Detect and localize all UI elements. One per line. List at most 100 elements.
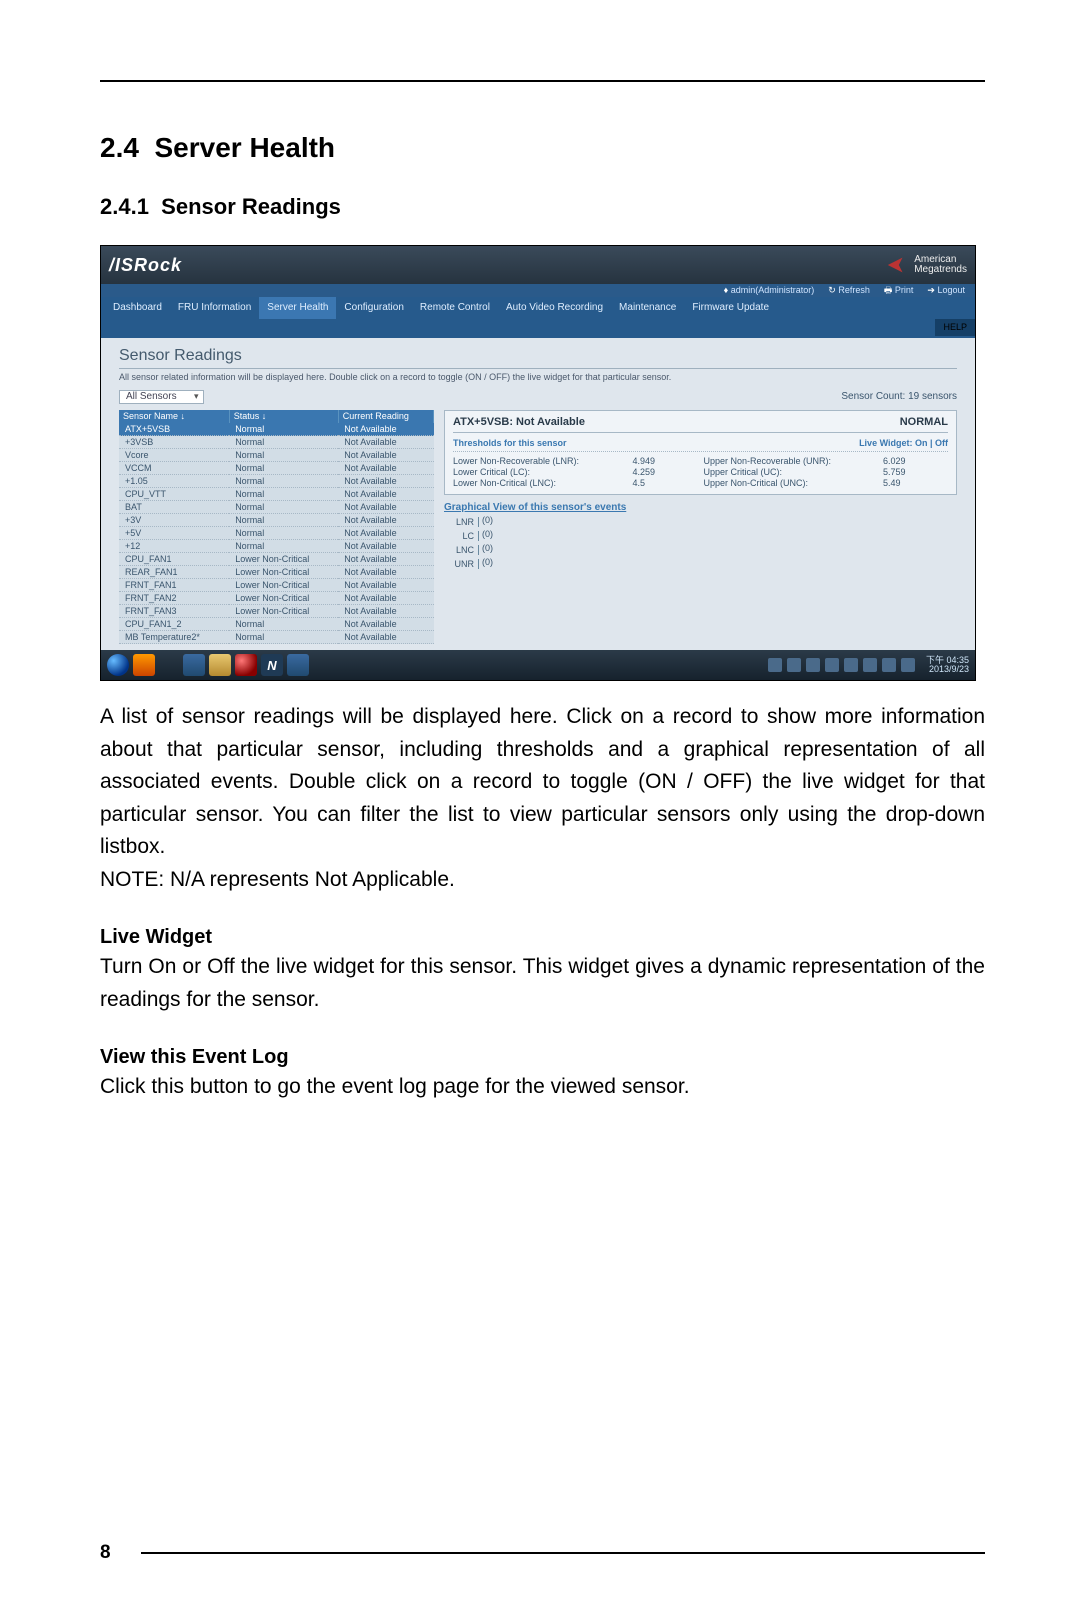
threshold-cell: 6.029 [883, 457, 948, 466]
table-row[interactable]: +5VNormalNot Available [119, 527, 434, 540]
taskbar-clock[interactable]: 下午 04:35 2013/9/23 [926, 656, 969, 674]
table-row[interactable]: FRNT_FAN1Lower Non-CriticalNot Available [119, 579, 434, 592]
cell-reading: Not Available [338, 436, 433, 449]
logout-link[interactable]: ➔ Logout [927, 286, 965, 295]
cell-reading: Not Available [338, 540, 433, 553]
bar-track: (0) [478, 517, 957, 527]
folder-icon[interactable] [209, 654, 231, 676]
menu-configuration[interactable]: Configuration [336, 297, 411, 319]
cell-name: CPU_FAN1_2 [119, 618, 229, 631]
cell-status: Lower Non-Critical [229, 605, 338, 618]
table-row[interactable]: +1.05NormalNot Available [119, 475, 434, 488]
table-row[interactable]: CPU_VTTNormalNot Available [119, 488, 434, 501]
refresh-link[interactable]: ↻ Refresh [828, 286, 870, 295]
table-row[interactable]: REAR_FAN1Lower Non-CriticalNot Available [119, 566, 434, 579]
cell-status: Normal [229, 514, 338, 527]
bar-label: LNC [444, 546, 478, 555]
browser-icon[interactable] [183, 654, 205, 676]
threshold-cell: 4.259 [632, 468, 697, 477]
table-row[interactable]: CPU_FAN1Lower Non-CriticalNot Available [119, 553, 434, 566]
top-divider [100, 80, 985, 82]
table-row[interactable]: VcoreNormalNot Available [119, 449, 434, 462]
bar-value: (0) [482, 544, 493, 553]
user-bar: ♦ admin(Administrator) ↻ Refresh 🖶 Print… [101, 284, 975, 297]
tray-icon[interactable] [787, 658, 801, 672]
sensor-filter-select[interactable]: All Sensors [119, 390, 204, 404]
cell-status: Normal [229, 423, 338, 436]
cell-name: +1.05 [119, 475, 229, 488]
table-row[interactable]: +3VNormalNot Available [119, 514, 434, 527]
menu-fru-information[interactable]: FRU Information [170, 297, 259, 319]
cell-status: Normal [229, 488, 338, 501]
cell-reading: Not Available [338, 449, 433, 462]
ami-arrow-icon [886, 255, 908, 275]
cell-reading: Not Available [338, 592, 433, 605]
table-row[interactable]: +3VSBNormalNot Available [119, 436, 434, 449]
live-widget-toggle[interactable]: Live Widget: On | Off [859, 439, 948, 448]
tray-icon[interactable] [825, 658, 839, 672]
cell-name: +12 [119, 540, 229, 553]
table-row[interactable]: FRNT_FAN3Lower Non-CriticalNot Available [119, 605, 434, 618]
threshold-cell: 4.5 [632, 479, 697, 488]
cell-reading: Not Available [338, 488, 433, 501]
menu-dashboard[interactable]: Dashboard [105, 297, 170, 319]
bar-label: LC [444, 532, 478, 541]
cell-status: Normal [229, 501, 338, 514]
cell-reading: Not Available [338, 423, 433, 436]
table-row[interactable]: MB Temperature2*NormalNot Available [119, 631, 434, 644]
table-row[interactable]: VCCMNormalNot Available [119, 462, 434, 475]
tray-icon[interactable] [901, 658, 915, 672]
system-tray[interactable]: 下午 04:35 2013/9/23 [768, 656, 969, 674]
table-row[interactable]: FRNT_FAN2Lower Non-CriticalNot Available [119, 592, 434, 605]
threshold-cell: Lower Non-Critical (LNC): [453, 479, 626, 488]
cell-reading: Not Available [338, 501, 433, 514]
menu-auto-video-recording[interactable]: Auto Video Recording [498, 297, 611, 319]
cell-status: Normal [229, 631, 338, 644]
help-link[interactable]: HELP [935, 319, 975, 336]
table-row[interactable]: BATNormalNot Available [119, 501, 434, 514]
app-n-icon[interactable]: N [261, 654, 283, 676]
table-row[interactable]: ATX+5VSBNormalNot Available [119, 423, 434, 436]
media-player-icon[interactable] [133, 654, 155, 676]
cell-status: Normal [229, 540, 338, 553]
app-header: /ISRock American Megatrends [101, 246, 975, 284]
page-description: All sensor related information will be d… [119, 373, 957, 382]
cell-status: Lower Non-Critical [229, 566, 338, 579]
antivirus-icon[interactable] [235, 654, 257, 676]
start-button-icon[interactable] [107, 654, 129, 676]
bar-value: (0) [482, 516, 493, 525]
detail-sensor-name: ATX+5VSB: Not Available [453, 417, 585, 428]
windows-taskbar[interactable]: N 下午 04:35 2013/9/23 [101, 650, 975, 680]
print-link[interactable]: 🖶 Print [884, 286, 914, 295]
table-row[interactable]: CPU_FAN1_2NormalNot Available [119, 618, 434, 631]
tray-icon[interactable] [806, 658, 820, 672]
cell-name: REAR_FAN1 [119, 566, 229, 579]
column-header[interactable]: Status ↓ [229, 410, 338, 423]
table-row[interactable]: +12NormalNot Available [119, 540, 434, 553]
sensor-table[interactable]: Sensor Name ↓Status ↓Current Reading ATX… [119, 410, 434, 644]
cell-status: Normal [229, 462, 338, 475]
tray-icon[interactable] [882, 658, 896, 672]
menu-remote-control[interactable]: Remote Control [412, 297, 498, 319]
cell-reading: Not Available [338, 553, 433, 566]
bar-track: (0) [478, 559, 957, 569]
cell-name: FRNT_FAN3 [119, 605, 229, 618]
cell-name: +5V [119, 527, 229, 540]
menu-server-health[interactable]: Server Health [259, 297, 336, 319]
app-icon[interactable] [287, 654, 309, 676]
page-title: Sensor Readings [119, 348, 957, 369]
cell-name: +3VSB [119, 436, 229, 449]
bar-value: (0) [482, 558, 493, 567]
tray-icon[interactable] [768, 658, 782, 672]
menu-maintenance[interactable]: Maintenance [611, 297, 684, 319]
column-header[interactable]: Sensor Name ↓ [119, 410, 229, 423]
column-header[interactable]: Current Reading [338, 410, 433, 423]
graph-heading: Graphical View of this sensor's events [444, 503, 957, 513]
cell-status: Normal [229, 436, 338, 449]
tray-icon[interactable] [863, 658, 877, 672]
tray-icon[interactable] [844, 658, 858, 672]
menu-firmware-update[interactable]: Firmware Update [684, 297, 777, 319]
description-paragraph: A list of sensor readings will be displa… [100, 701, 985, 896]
cell-reading: Not Available [338, 605, 433, 618]
sensor-count-label: Sensor Count: 19 sensors [841, 392, 957, 402]
